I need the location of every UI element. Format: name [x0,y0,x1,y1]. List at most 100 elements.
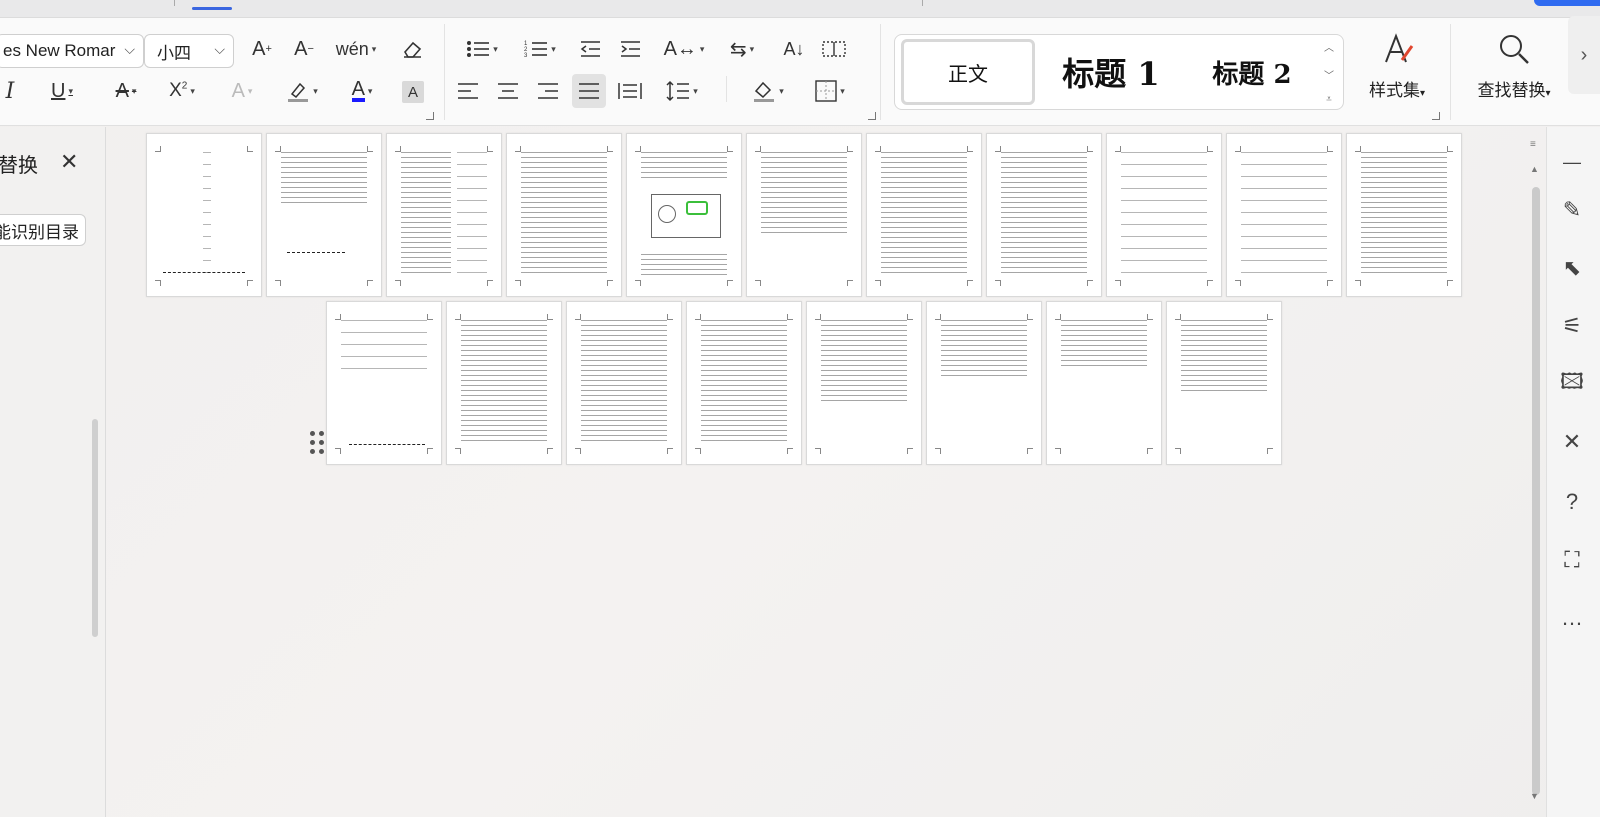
column-break-button[interactable] [820,34,848,64]
group-separator [726,76,727,102]
align-right-icon [538,83,558,99]
scrollbar-thumb[interactable] [1532,187,1540,795]
style-set-icon [1385,33,1414,63]
borders-button[interactable]: ▾ [808,76,852,106]
superscript-icon: X2 [169,80,188,101]
line-spacing-button[interactable]: ▾ [660,76,704,106]
italic-button[interactable]: I [0,76,20,106]
page-thumbnail[interactable] [386,133,502,297]
panel-title: 替换 [0,155,38,177]
expand-gallery-icon[interactable]: ⩡ [1326,94,1332,105]
sliders-icon[interactable]: ⚟ [1557,311,1587,341]
style-heading-2[interactable]: 标题 2 [1187,39,1317,105]
strikethrough-button[interactable]: A ▾ [104,76,148,106]
scroll-down-icon[interactable]: ▼ [1530,791,1539,801]
page-thumbnail[interactable] [446,301,562,465]
drawing-figure [651,194,721,238]
page-thumbnail[interactable] [266,133,382,297]
increase-indent-button[interactable] [616,34,644,64]
page-thumbnail[interactable] [1106,133,1222,297]
char-shading-icon: A [407,83,418,101]
minus-icon[interactable]: — [1557,147,1587,177]
char-shading-button[interactable]: A [402,81,424,103]
line-spacing-icon [666,80,690,102]
line-break-button[interactable]: ⇆ ▾ [720,34,764,64]
font-size-select[interactable]: 小四 ⌵ [144,34,234,68]
page-thumbnail[interactable] [1166,301,1282,465]
paragraph-dialog-launcher[interactable] [868,112,876,120]
page-thumbnail[interactable] [746,133,862,297]
smart-toc-button[interactable]: 能识别目录 [0,214,86,246]
shirt-icon[interactable]: ⛶ [1557,545,1587,575]
align-right-button[interactable] [534,76,562,106]
share-button[interactable] [1534,0,1600,6]
style-set-label: 样式集 [1368,81,1420,100]
group-separator [444,24,445,120]
clear-format-button[interactable] [398,34,426,64]
page-thumbnail[interactable] [866,133,982,297]
page-thumbnail[interactable] [686,301,802,465]
shading-button[interactable]: ▾ [746,76,790,106]
font-color-icon: A [351,78,365,102]
align-left-button[interactable] [454,76,482,106]
page-thumbnail[interactable] [806,301,922,465]
page-thumbnail[interactable] [1346,133,1462,297]
font-family-select[interactable]: es New Romar ⌵ [0,34,144,68]
find-replace-button[interactable]: 查找替换▾ [1464,32,1564,116]
style-heading-2-label: 标题 2 [1212,59,1292,90]
drag-handle-icon[interactable] [310,431,326,455]
shrink-font-button[interactable]: A − [290,34,318,64]
grow-font-button[interactable]: A + [248,34,276,64]
page-thumbnail[interactable] [566,301,682,465]
style-heading-1[interactable]: 标题 1 [1041,39,1181,105]
chevron-up-icon[interactable]: ︿ [1324,39,1334,54]
tools-icon[interactable]: ✕ [1557,427,1587,457]
distribute-button[interactable] [616,76,644,106]
page-thumbnail[interactable] [506,133,622,297]
text-direction-button[interactable]: A↔ ▾ [662,34,706,64]
page-thumbnail[interactable] [326,301,442,465]
font-dialog-launcher[interactable] [426,112,434,120]
page-thumbnail[interactable] [626,133,742,297]
vertical-scrollbar[interactable]: ≡ ▲ ▼ [1528,127,1544,817]
page-thumbnail[interactable] [986,133,1102,297]
page-thumbnail[interactable] [146,133,262,297]
help-icon[interactable]: ? [1557,487,1587,517]
decrease-indent-button[interactable] [576,34,604,64]
close-icon[interactable]: ✕ [60,149,78,175]
active-tab-indicator [192,7,232,10]
split-handle-icon[interactable]: ≡ [1530,139,1536,150]
page-thumbnail[interactable] [926,301,1042,465]
bullet-list-button[interactable]: ▾ [460,34,504,64]
scroll-up-icon[interactable]: ▲ [1530,164,1539,174]
styles-dialog-launcher[interactable] [1432,112,1440,120]
highlight-button[interactable]: ▾ [280,76,324,106]
page-thumbnail[interactable] [1226,133,1342,297]
eraser-icon [404,41,422,58]
style-set-button[interactable]: 样式集▾ [1352,32,1442,116]
more-icon[interactable]: … [1557,603,1587,633]
cursor-icon[interactable]: ⬉ [1557,253,1587,283]
align-center-button[interactable] [494,76,522,106]
gallery-scroll[interactable]: ︿ ﹀ ⩡ [1323,39,1335,105]
ribbon-more-button[interactable]: › [1568,16,1600,94]
page-thumbnail[interactable] [1046,301,1162,465]
sort-button[interactable]: A↓ [780,34,808,64]
text-effect-button[interactable]: A ▾ [220,76,264,106]
image-icon[interactable]: 🖾 [1557,369,1587,399]
justify-icon [579,83,599,99]
justify-button[interactable] [572,74,606,108]
superscript-button[interactable]: X2 ▾ [160,76,204,106]
svg-text:3: 3 [524,53,528,59]
underline-button[interactable]: U ▾ [40,76,84,106]
title-bar-strip [0,0,1600,18]
chevron-down-icon[interactable]: ﹀ [1324,67,1334,82]
numbered-list-button[interactable]: 1 2 3 ▾ [518,34,562,64]
phonetic-guide-button[interactable]: wén ▾ [334,34,378,64]
font-color-button[interactable]: A ▾ [340,76,384,106]
style-normal[interactable]: 正文 [901,39,1035,105]
numbered-list-icon: 123 [524,41,548,59]
border-icon [815,80,837,102]
pencil-icon[interactable]: ✎ [1557,195,1587,225]
panel-scrollbar[interactable] [92,419,98,637]
